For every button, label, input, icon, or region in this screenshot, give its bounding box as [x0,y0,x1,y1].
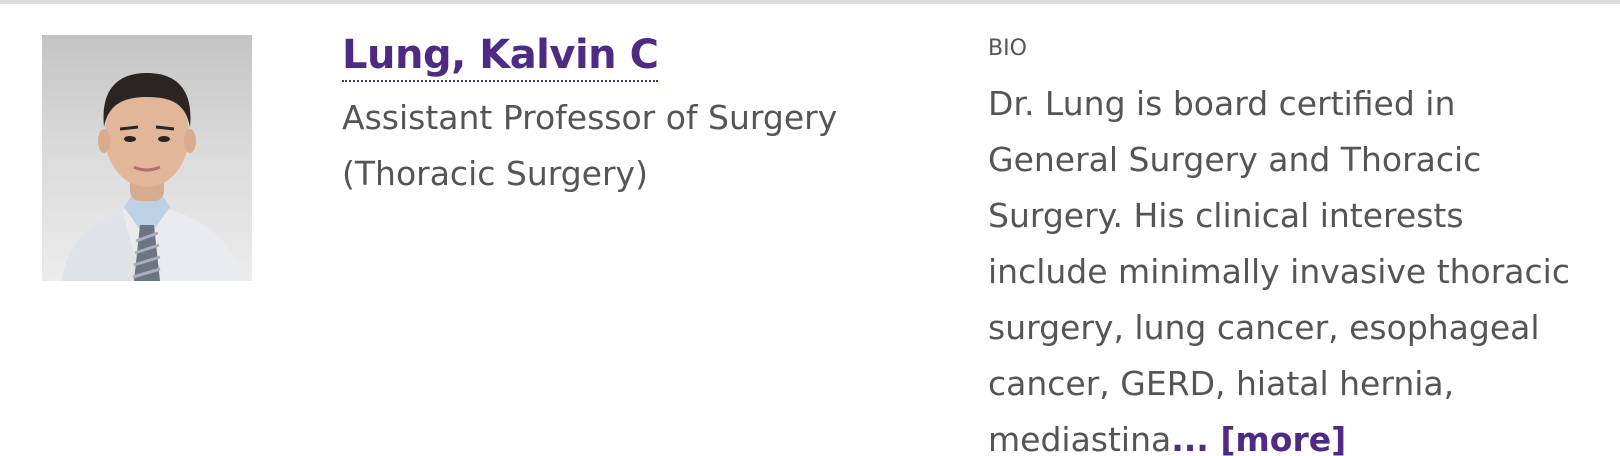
bio-text: Dr. Lung is board certified in General S… [988,84,1570,456]
profile-title-line1: Assistant Professor of Surgery [342,98,838,137]
profile-name-link[interactable]: Lung, Kalvin C [342,30,659,82]
faculty-profile-card: Lung, Kalvin C Assistant Professor of Su… [0,0,1620,456]
profile-title-line2: (Thoracic Surgery) [342,154,648,193]
bio-label: BIO [988,36,1027,61]
profile-title: Assistant Professor of Surgery (Thoracic… [342,90,862,202]
bio-text-block: Dr. Lung is board certified in General S… [988,76,1588,456]
bio-section: BIO Dr. Lung is board certified in Gener… [988,34,1588,456]
bio-more-link[interactable]: ... [more] [1171,420,1347,456]
top-divider [0,0,1620,4]
profile-photo [42,35,252,281]
profile-header: Lung, Kalvin C Assistant Professor of Su… [342,30,902,202]
